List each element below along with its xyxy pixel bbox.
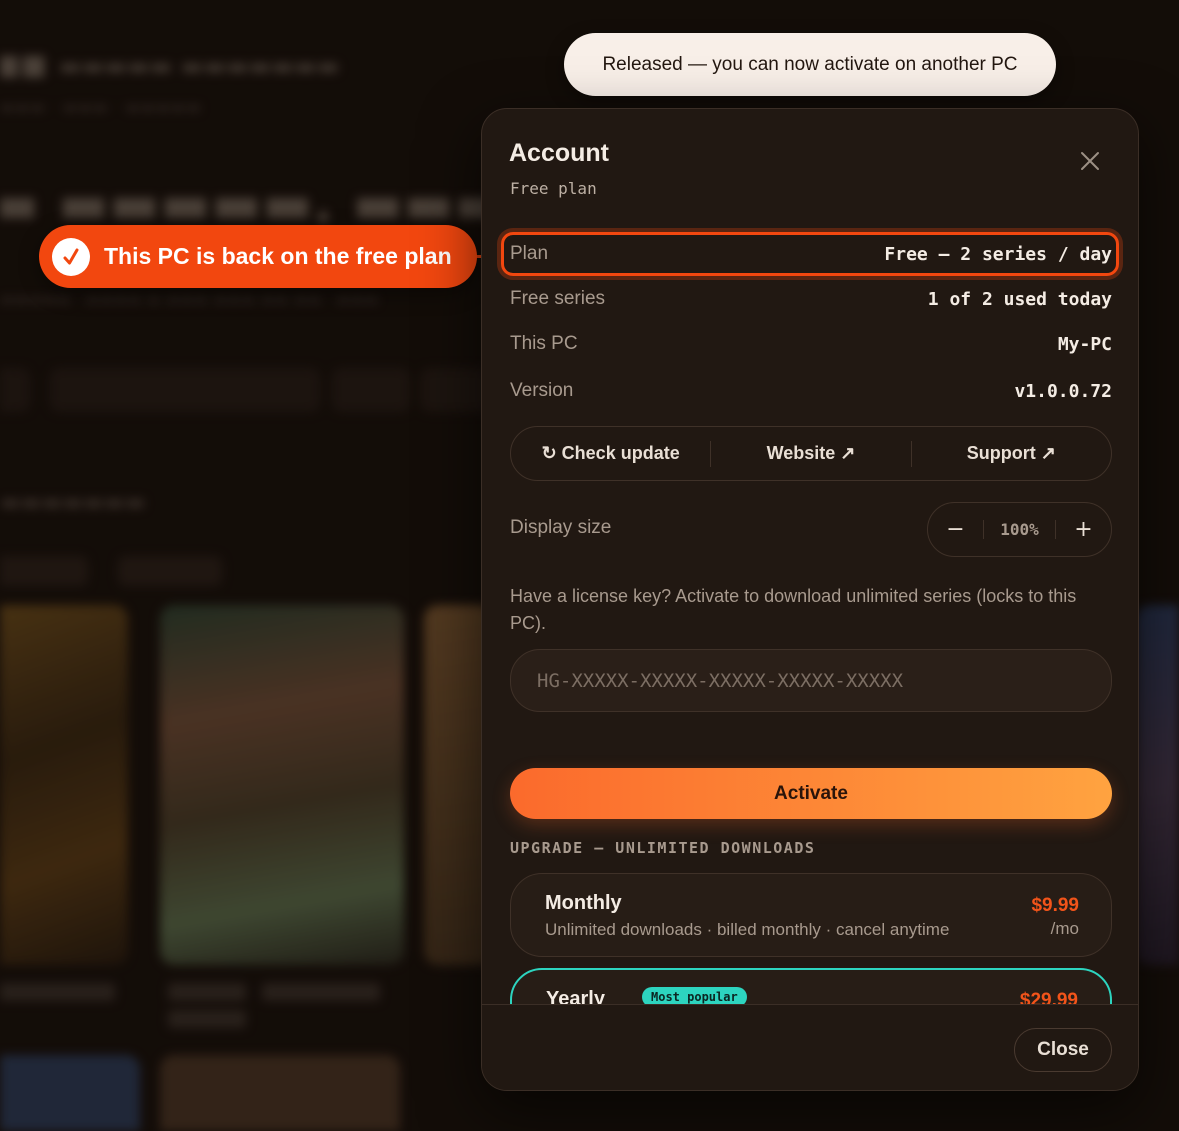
free-series-value: 1 of 2 used today — [927, 288, 1112, 310]
dialog-title: Account — [509, 139, 609, 167]
plan-name: Monthly — [545, 892, 622, 914]
this-pc-label: This PC — [510, 333, 578, 354]
monthly-plan-card[interactable]: Monthly Unlimited downloads · billed mon… — [510, 873, 1112, 957]
zoom-value: 100% — [983, 520, 1056, 539]
display-size-stepper: − 100% + — [927, 502, 1112, 557]
upgrade-heading: UPGRADE — UNLIMITED DOWNLOADS — [510, 839, 816, 857]
plan-period: /mo — [1050, 919, 1079, 938]
plan-row: Plan Free — 2 series / day — [510, 243, 1112, 265]
version-value: v1.0.0.72 — [1014, 380, 1112, 402]
this-pc-value: My-PC — [1057, 333, 1112, 355]
display-size-label: Display size — [510, 517, 612, 538]
release-toast: Released — you can now activate on anoth… — [564, 33, 1056, 96]
free-series-row: Free series 1 of 2 used today — [510, 288, 1112, 310]
free-series-label: Free series — [510, 288, 606, 309]
checkmark-icon — [52, 237, 90, 276]
plan-label: Plan — [510, 243, 549, 264]
release-toast-text: Released — you can now activate on anoth… — [602, 53, 1018, 75]
plan-value: Free — 2 series / day — [884, 243, 1112, 265]
version-row: Version v1.0.0.72 — [510, 380, 1112, 402]
close-icon[interactable] — [1078, 149, 1102, 173]
plan-price: $9.99 — [1031, 895, 1079, 916]
support-link[interactable]: Support ↗ — [912, 443, 1111, 464]
links-bar: ↻ Check update Website ↗ Support ↗ — [510, 426, 1112, 481]
close-button[interactable]: Close — [1014, 1028, 1112, 1072]
callout-text: This PC is back on the free plan — [104, 243, 452, 269]
check-update-button[interactable]: ↻ Check update — [511, 443, 710, 464]
version-label: Version — [510, 380, 574, 401]
activate-button[interactable]: Activate — [510, 768, 1112, 819]
zoom-in-button[interactable]: + — [1056, 517, 1111, 542]
display-size-row: Display size — [510, 517, 910, 539]
license-key-input[interactable] — [510, 649, 1112, 712]
website-link[interactable]: Website ↗ — [711, 443, 910, 464]
license-description: Have a license key? Activate to download… — [510, 586, 1077, 633]
zoom-out-button[interactable]: − — [928, 517, 983, 542]
free-plan-callout: This PC is back on the free plan — [39, 225, 477, 288]
plan-description: Unlimited downloads · billed monthly · c… — [545, 920, 950, 939]
account-dialog: Account Free plan Plan Free — 2 series /… — [481, 108, 1139, 1091]
dialog-footer: Close — [482, 1004, 1138, 1090]
this-pc-row: This PC My-PC — [510, 333, 1112, 355]
dialog-subtitle: Free plan — [510, 179, 597, 198]
